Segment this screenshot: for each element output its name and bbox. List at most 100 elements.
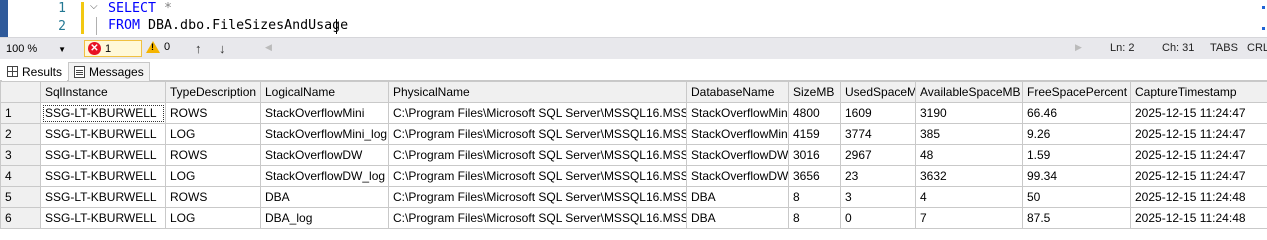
grid-cell[interactable]: 2025-12-15 11:24:47	[1130, 102, 1267, 124]
grid-cell[interactable]: SSG-LT-KBURWELL	[40, 144, 166, 166]
column-header[interactable]: PhysicalName	[388, 81, 687, 103]
table-row[interactable]: 1 SSG-LT-KBURWELL ROWS StackOverflowMini C:\…	[0, 102, 1267, 124]
grid-cell[interactable]: 66.46	[1022, 102, 1131, 124]
line-ending-indicator: CRL	[1247, 42, 1267, 54]
column-header[interactable]: LogicalName	[260, 81, 389, 103]
column-header[interactable]: SqlInstance	[40, 81, 166, 103]
row-number[interactable]: 4	[0, 165, 41, 187]
grid-cell[interactable]: 50	[1022, 186, 1131, 208]
grid-cell[interactable]: C:\Program Files\Microsoft SQL Server\MS…	[388, 144, 687, 166]
grid-cell[interactable]: ROWS	[165, 102, 261, 124]
grid-cell[interactable]: 2025-12-15 11:24:47	[1130, 144, 1267, 166]
table-row[interactable]: 4 SSG-LT-KBURWELL LOG StackOverflowDW_log C:…	[0, 165, 1267, 187]
results-grid[interactable]: SqlInstance TypeDescription LogicalName Phy…	[0, 81, 1267, 229]
select-all-corner[interactable]	[0, 81, 41, 103]
grid-cell[interactable]: 2025-12-15 11:24:47	[1130, 123, 1267, 145]
row-number[interactable]: 2	[0, 123, 41, 145]
grid-cell[interactable]: C:\Program Files\Microsoft SQL Server\MS…	[388, 102, 687, 124]
grid-cell[interactable]: 2025-12-15 11:24:48	[1130, 207, 1267, 229]
grid-cell[interactable]: C:\Program Files\Microsoft SQL Server\MS…	[388, 123, 687, 145]
grid-cell[interactable]: 3190	[915, 102, 1023, 124]
warning-count: 0	[164, 41, 171, 53]
grid-cell[interactable]: DBA	[686, 207, 789, 229]
grid-cell[interactable]: 2967	[840, 144, 916, 166]
grid-cell[interactable]: 0	[840, 207, 916, 229]
grid-cell[interactable]: 3774	[840, 123, 916, 145]
table-row[interactable]: 5 SSG-LT-KBURWELL ROWS DBA C:\Program Files\…	[0, 186, 1267, 208]
error-icon: ✕	[88, 42, 101, 55]
column-header[interactable]: TypeDescription	[165, 81, 261, 103]
table-row[interactable]: 2 SSG-LT-KBURWELL LOG StackOverflowMini_log…	[0, 123, 1267, 145]
grid-cell[interactable]: 4800	[788, 102, 841, 124]
grid-cell[interactable]: StackOverflowMini_log	[260, 123, 389, 145]
grid-cell[interactable]: 3016	[788, 144, 841, 166]
grid-cell[interactable]: StackOverflowDW	[260, 144, 389, 166]
column-header[interactable]: AvailableSpaceMB	[915, 81, 1023, 103]
grid-cell[interactable]: 385	[915, 123, 1023, 145]
warning-count-button[interactable]: 0	[146, 41, 170, 53]
grid-cell[interactable]: 8	[788, 186, 841, 208]
previous-issue-button[interactable]: ↑	[195, 41, 202, 56]
grid-cell[interactable]: LOG	[165, 165, 261, 187]
grid-cell[interactable]: 1609	[840, 102, 916, 124]
grid-cell[interactable]: 3632	[915, 165, 1023, 187]
grid-cell[interactable]: 48	[915, 144, 1023, 166]
next-issue-button[interactable]: ↓	[219, 41, 226, 56]
grid-cell[interactable]: 23	[840, 165, 916, 187]
column-header[interactable]: UsedSpaceMB	[840, 81, 916, 103]
grid-cell[interactable]: DBA_log	[260, 207, 389, 229]
grid-cell[interactable]: LOG	[165, 207, 261, 229]
grid-cell[interactable]: SSG-LT-KBURWELL	[40, 123, 166, 145]
grid-cell[interactable]: DBA	[260, 186, 389, 208]
grid-cell[interactable]: C:\Program Files\Microsoft SQL Server\MS…	[388, 165, 687, 187]
row-number[interactable]: 3	[0, 144, 41, 166]
grid-cell[interactable]: 3	[840, 186, 916, 208]
grid-cell[interactable]: 99.34	[1022, 165, 1131, 187]
grid-cell[interactable]: ROWS	[165, 186, 261, 208]
grid-cell[interactable]: DBA	[686, 186, 789, 208]
grid-cell[interactable]: StackOverflowDW	[686, 144, 789, 166]
query-editor[interactable]: 1 2 ⌵ SELECT * FROM DBA.dbo.FileSizesAnd…	[0, 0, 1267, 37]
grid-cell[interactable]: StackOverflowDW	[686, 165, 789, 187]
table-row[interactable]: 3 SSG-LT-KBURWELL ROWS StackOverflowDW C:\Pr…	[0, 144, 1267, 166]
grid-icon	[7, 66, 18, 77]
row-number[interactable]: 5	[0, 186, 41, 208]
grid-cell[interactable]: 7	[915, 207, 1023, 229]
scroll-left-icon[interactable]: ◀	[265, 42, 272, 53]
zoom-select[interactable]: 100 % ▼	[4, 41, 68, 57]
tab-label: Messages	[89, 65, 144, 79]
scroll-right-icon[interactable]: ▶	[1075, 42, 1082, 53]
grid-cell[interactable]: SSG-LT-KBURWELL	[40, 102, 166, 124]
grid-cell[interactable]: StackOverflowMini	[686, 102, 789, 124]
table-row[interactable]: 6 SSG-LT-KBURWELL LOG DBA_log C:\Program Fil…	[0, 207, 1267, 229]
grid-cell[interactable]: 4159	[788, 123, 841, 145]
grid-cell[interactable]: SSG-LT-KBURWELL	[40, 186, 166, 208]
grid-cell[interactable]: 2025-12-15 11:24:48	[1130, 186, 1267, 208]
grid-cell[interactable]: 87.5	[1022, 207, 1131, 229]
grid-cell[interactable]: SSG-LT-KBURWELL	[40, 165, 166, 187]
grid-cell[interactable]: C:\Program Files\Microsoft SQL Server\MS…	[388, 186, 687, 208]
grid-cell[interactable]: StackOverflowMini	[686, 123, 789, 145]
grid-cell[interactable]: 8	[788, 207, 841, 229]
column-header[interactable]: CaptureTimestamp	[1130, 81, 1267, 103]
row-number[interactable]: 6	[0, 207, 41, 229]
grid-cell[interactable]: StackOverflowDW_log	[260, 165, 389, 187]
grid-cell[interactable]: 3656	[788, 165, 841, 187]
grid-cell[interactable]: 9.26	[1022, 123, 1131, 145]
collapse-icon[interactable]: ⌵	[90, 1, 102, 17]
column-header[interactable]: FreeSpacePercent	[1022, 81, 1131, 103]
tab-messages[interactable]: Messages	[68, 62, 150, 81]
grid-cell[interactable]: SSG-LT-KBURWELL	[40, 207, 166, 229]
grid-cell[interactable]: 2025-12-15 11:24:47	[1130, 165, 1267, 187]
grid-cell[interactable]: ROWS	[165, 144, 261, 166]
grid-cell[interactable]: C:\Program Files\Microsoft SQL Server\MS…	[388, 207, 687, 229]
row-number[interactable]: 1	[0, 102, 41, 124]
grid-cell[interactable]: 4	[915, 186, 1023, 208]
grid-cell[interactable]: LOG	[165, 123, 261, 145]
grid-cell[interactable]: StackOverflowMini	[260, 102, 389, 124]
tab-results[interactable]: Results	[2, 62, 68, 81]
column-header[interactable]: SizeMB	[788, 81, 841, 103]
grid-cell[interactable]: 1.59	[1022, 144, 1131, 166]
error-count-button[interactable]: ✕ 1	[84, 40, 142, 57]
column-header[interactable]: DatabaseName	[686, 81, 789, 103]
